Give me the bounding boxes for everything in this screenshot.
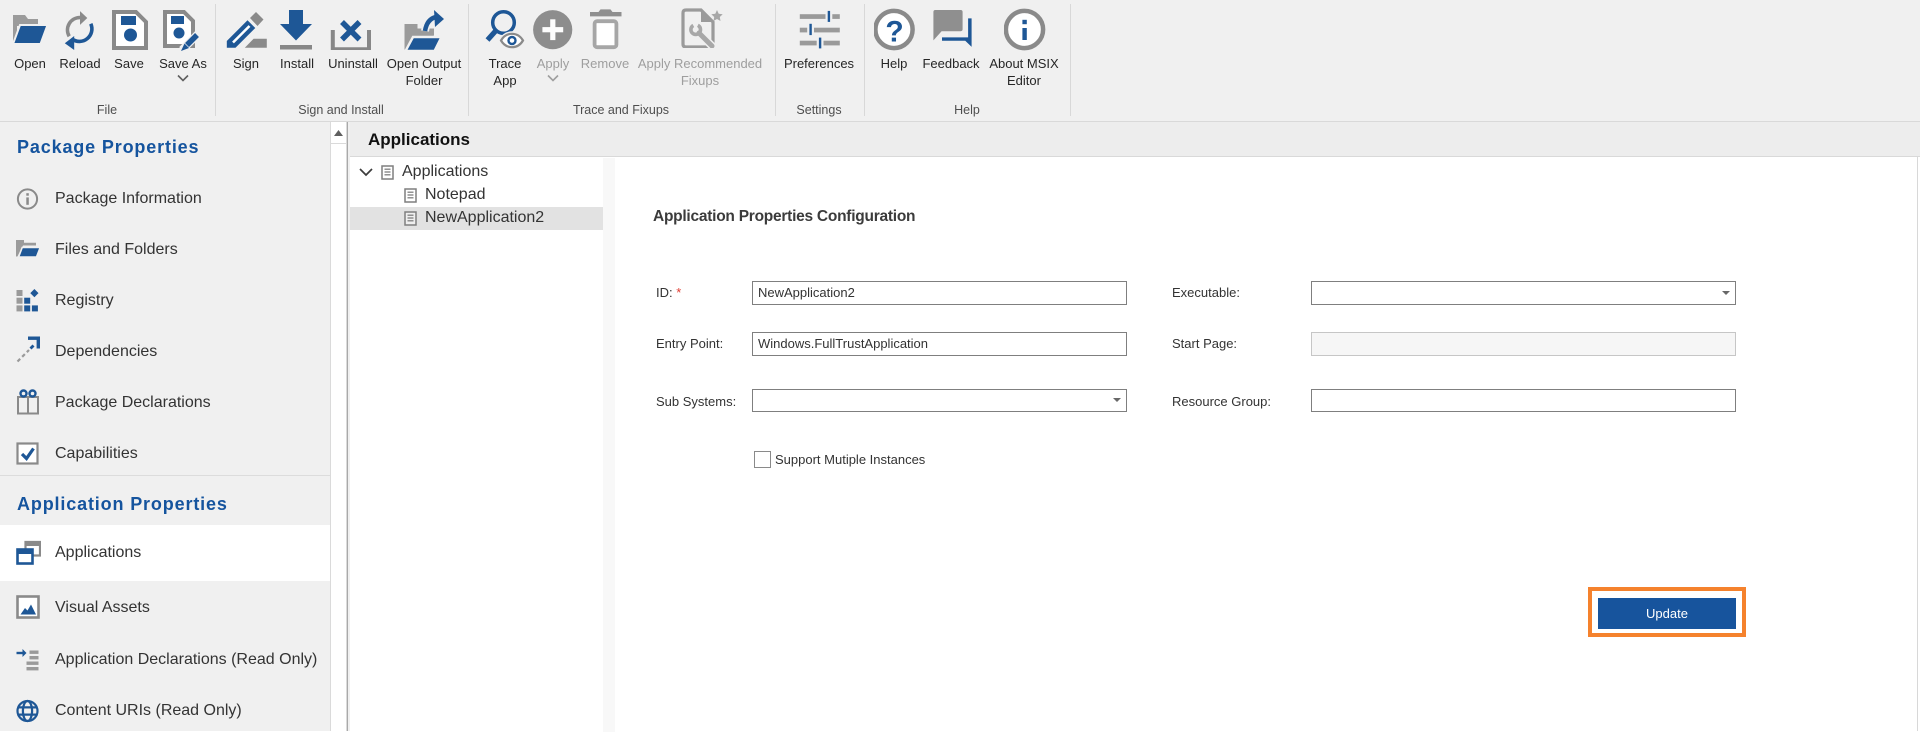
svg-text:?: ? <box>885 16 903 49</box>
